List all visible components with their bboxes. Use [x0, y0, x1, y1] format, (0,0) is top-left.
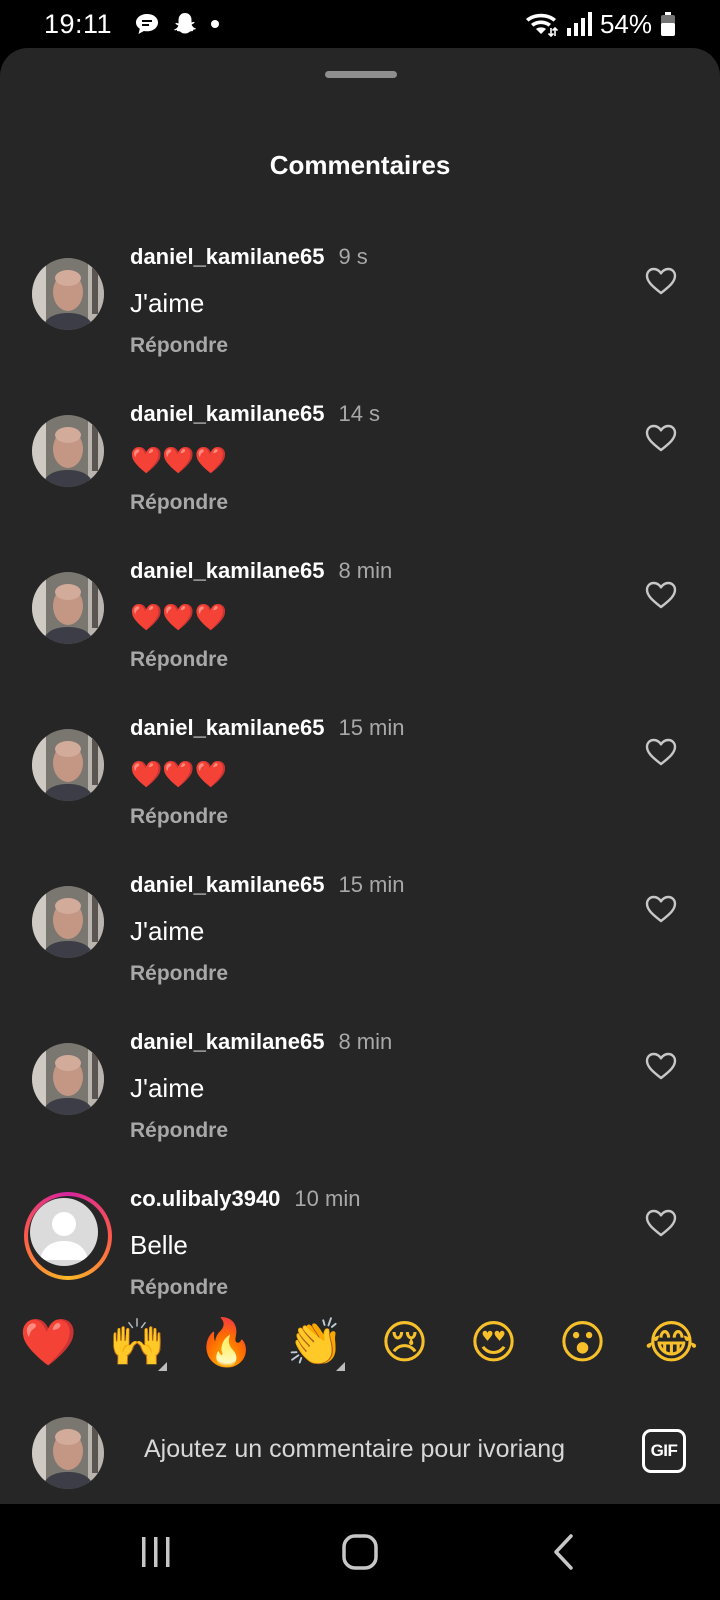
snapchat-icon [174, 13, 197, 34]
drag-handle[interactable] [325, 71, 397, 78]
avatar[interactable] [32, 1043, 104, 1115]
comment-item: co.ulibaly3940 10 min Belle Répondre [0, 1126, 720, 1299]
comment-username[interactable]: daniel_kamilane65 [130, 558, 324, 584]
heart-icon[interactable] [644, 892, 678, 926]
comment-text: J'aime [130, 916, 205, 946]
comment-item: daniel_kamilane65 9 s J'aime Répondre [0, 218, 720, 357]
reaction-heart[interactable]: ❤️ [14, 1319, 84, 1365]
reaction-raising-hands[interactable]: 🙌 [103, 1319, 173, 1371]
battery-percent: 54% [599, 8, 652, 39]
comment-time: 8 min [338, 1029, 393, 1054]
status-right: 54% [524, 9, 676, 40]
gif-button[interactable]: GIF [642, 1429, 686, 1473]
comment-item: daniel_kamilane65 8 min ❤️❤️❤️ Répondre [0, 498, 720, 671]
home-icon [342, 1534, 378, 1570]
comment-username[interactable]: daniel_kamilane65 [130, 1029, 324, 1055]
heart-icon[interactable] [644, 421, 678, 455]
comment-item: daniel_kamilane65 15 min ❤️❤️❤️ Répondre [0, 655, 720, 828]
reaction-laughing[interactable]: 😂 [637, 1319, 707, 1365]
comment-username[interactable]: daniel_kamilane65 [130, 401, 324, 427]
reaction-surprised[interactable]: 😮 [548, 1319, 618, 1365]
comment-body: co.ulibaly3940 10 min Belle Répondre [130, 1186, 610, 1300]
heart-icon[interactable] [644, 578, 678, 612]
comment-time: 15 min [338, 872, 405, 897]
comment-text: J'aime [130, 1073, 205, 1103]
comment-text: ❤️❤️❤️ [130, 759, 228, 789]
comment-item: daniel_kamilane65 8 min J'aime Répondre [0, 969, 720, 1142]
recent-apps-button[interactable] [126, 1530, 186, 1574]
comment-text: J'aime [130, 288, 205, 318]
avatar[interactable] [32, 258, 104, 330]
comment-time: 9 s [338, 244, 368, 269]
comment-time: 10 min [294, 1186, 361, 1211]
status-time: 19:11 [44, 8, 113, 39]
chat-bubble-icon [136, 14, 159, 34]
comment-time: 15 min [338, 715, 405, 740]
avatar[interactable] [32, 572, 104, 644]
battery-icon [661, 12, 675, 36]
comment-input[interactable] [144, 1427, 608, 1471]
back-icon [554, 1534, 573, 1570]
skin-tone-indicator [157, 1362, 167, 1371]
home-button[interactable] [330, 1530, 390, 1574]
status-bar: 19:11 54% [0, 0, 720, 48]
heart-icon[interactable] [644, 1206, 678, 1240]
comment-username[interactable]: daniel_kamilane65 [130, 872, 324, 898]
quick-reactions: ❤️ 🙌 🔥 👏 😢 😍 😮 😂 [0, 1293, 720, 1391]
reaction-heart-eyes[interactable]: 😍 [459, 1319, 529, 1365]
wifi-icon [525, 13, 558, 38]
comment-item: daniel_kamilane65 15 min J'aime Répondre [0, 812, 720, 985]
heart-icon[interactable] [644, 735, 678, 769]
avatar[interactable] [32, 1417, 104, 1489]
story-ring[interactable] [24, 1192, 112, 1280]
comment-username[interactable]: co.ulibaly3940 [130, 1186, 280, 1212]
comments-sheet: Commentaires daniel_kamilane65 9 s J'aim… [0, 48, 720, 1504]
avatar[interactable] [32, 886, 104, 958]
comment-time: 14 s [338, 401, 381, 426]
comment-composer: GIF [0, 1391, 720, 1504]
default-avatar-icon [30, 1198, 98, 1266]
comment-time: 8 min [338, 558, 393, 583]
navigation-bar [0, 1504, 720, 1600]
comment-item: daniel_kamilane65 14 s ❤️❤️❤️ Répondre [0, 341, 720, 514]
comment-text: ❤️❤️❤️ [130, 445, 228, 475]
comments-list[interactable]: daniel_kamilane65 9 s J'aime Répondre da… [0, 218, 720, 1341]
reaction-crying[interactable]: 😢 [370, 1319, 440, 1365]
avatar[interactable] [32, 415, 104, 487]
notification-icons [134, 11, 220, 37]
page-title: Commentaires [269, 150, 451, 180]
comment-username[interactable]: daniel_kamilane65 [130, 715, 324, 741]
comment-text: ❤️❤️❤️ [130, 602, 228, 632]
dot-icon [211, 20, 220, 28]
heart-icon[interactable] [644, 264, 678, 298]
heart-icon[interactable] [644, 1049, 678, 1083]
reaction-clapping[interactable]: 👏 [281, 1319, 351, 1371]
signal-icon [566, 12, 592, 36]
comment-text: Belle [130, 1230, 188, 1260]
reaction-fire[interactable]: 🔥 [192, 1319, 262, 1365]
comment-username[interactable]: daniel_kamilane65 [130, 244, 324, 270]
skin-tone-indicator [335, 1362, 345, 1371]
recent-apps-icon [142, 1537, 170, 1567]
back-button[interactable] [534, 1530, 594, 1574]
avatar[interactable] [32, 729, 104, 801]
